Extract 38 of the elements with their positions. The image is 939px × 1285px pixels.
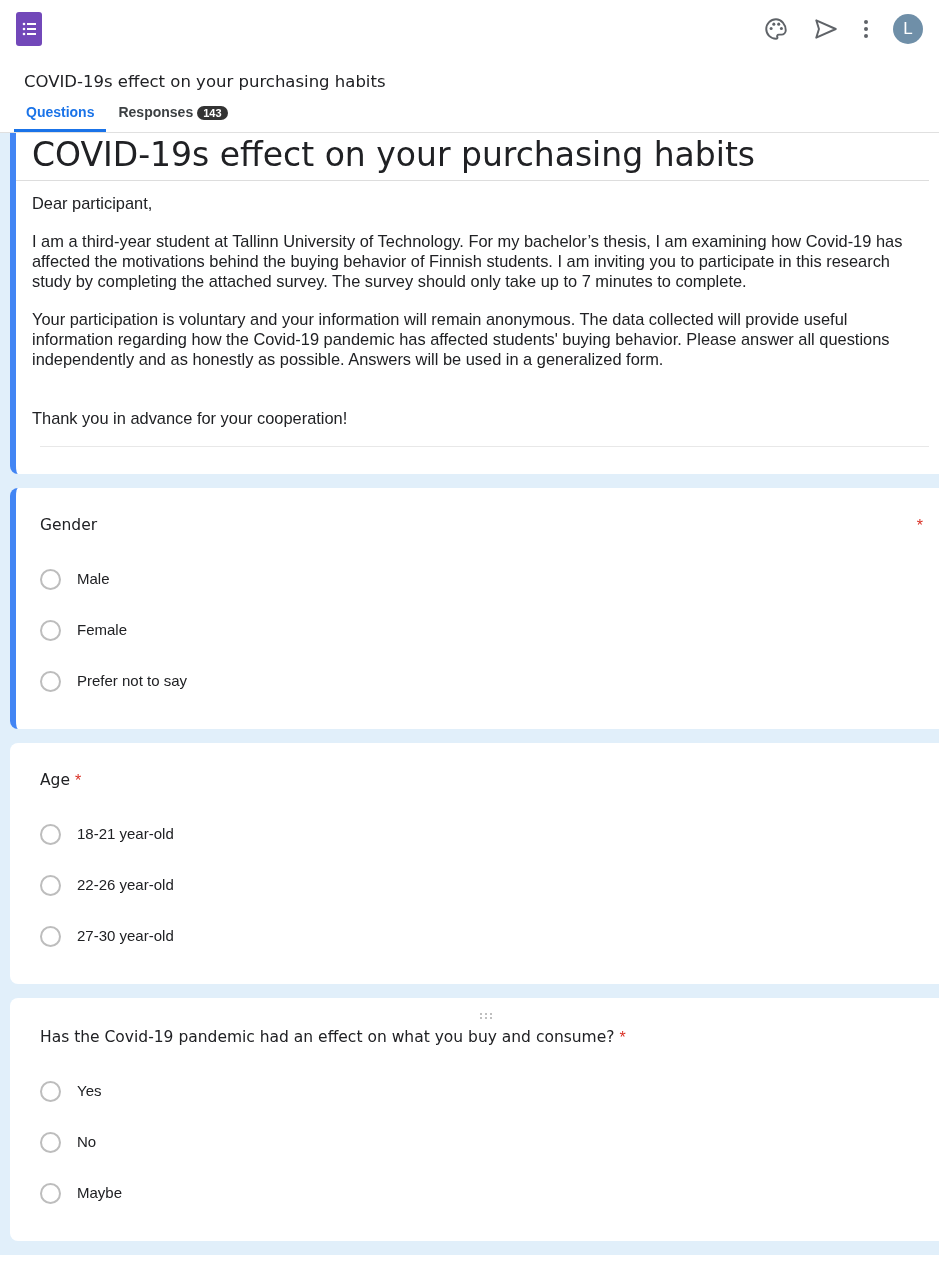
forms-logo-icon[interactable]: [16, 12, 42, 46]
required-asterisk: *: [916, 515, 923, 536]
send-icon[interactable]: [813, 16, 839, 42]
form-title: COVID-19s effect on your purchasing habits: [23, 71, 387, 92]
response-count-badge: 143: [197, 105, 228, 120]
palette-icon[interactable]: [763, 16, 789, 42]
option-label: Male: [77, 568, 110, 589]
description-paragraph: Thank you in advance for your cooperation!: [32, 407, 349, 428]
description-paragraph: Dear participant,: [32, 193, 154, 214]
avatar[interactable]: L: [893, 14, 923, 44]
tab[interactable]: Responses 143: [106, 99, 240, 132]
more-icon[interactable]: [863, 19, 869, 39]
option-label: 22-26 year-old: [77, 874, 174, 895]
form-heading: COVID-19s effect on your purchasing habits: [16, 132, 929, 182]
option-label: No: [77, 1131, 97, 1152]
radio-button[interactable]: [40, 823, 61, 845]
required-asterisk: *: [619, 1027, 626, 1048]
radio-button[interactable]: [40, 1131, 61, 1153]
radio-button[interactable]: [40, 1182, 61, 1204]
radio-button[interactable]: [40, 568, 61, 590]
question-title: Gender: [40, 514, 98, 536]
option-label: Yes: [77, 1080, 102, 1101]
radio-button[interactable]: [40, 670, 61, 692]
option-label: Prefer not to say: [77, 670, 188, 691]
option-label: 27-30 year-old: [77, 925, 174, 946]
question-title: Has the Covid-19 pandemic had an effect on what you buy and consume?: [40, 1026, 615, 1048]
required-asterisk: *: [75, 770, 82, 791]
option-label: Female: [77, 619, 128, 640]
description-paragraph: I am a third-year student at Tallinn University of Technology. For my bachelor’s thesis, I am examining how Covid-19 has affected the motivations behind the buying behavior of Finnish students. I am inviting you to participate in this research study by completing the attached survey. The survey should only take up to 7 minutes to complete.: [32, 231, 904, 292]
radio-button[interactable]: [40, 925, 61, 947]
radio-button[interactable]: [40, 1080, 61, 1102]
option-label: 18-21 year-old: [77, 823, 174, 844]
question-title: Age: [40, 769, 70, 791]
radio-button[interactable]: [40, 874, 61, 896]
description-paragraph: Your participation is voluntary and your information will remain anonymous. The data collected will provide useful information regarding how the Covid-19 pandemic has affected students' buying behavior. Please answer all questions independently and as honestly as possible. Answers will be used in a generalized form.: [32, 309, 891, 370]
drag-handle[interactable]: [478, 1010, 493, 1021]
option-label: Maybe: [77, 1182, 123, 1203]
radio-button[interactable]: [40, 619, 61, 641]
